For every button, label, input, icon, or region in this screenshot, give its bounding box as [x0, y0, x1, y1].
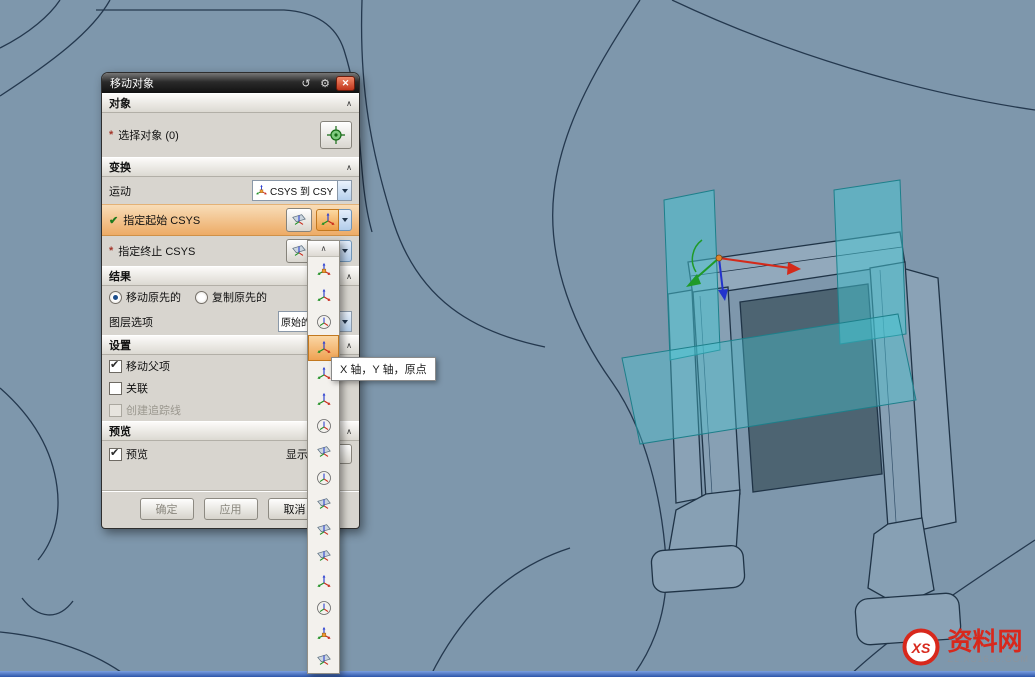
- chevron-up-icon: ∧: [346, 99, 352, 108]
- section-result-label: 结果: [109, 268, 131, 284]
- watermark-domain: ZL.XS1616.COM: [947, 655, 1029, 664]
- tooltip: X 轴，Y 轴，原点: [331, 357, 436, 381]
- preview-label: 预览: [126, 446, 148, 462]
- apply-button[interactable]: 应用: [204, 498, 258, 520]
- move-parent-label: 移动父项: [126, 358, 170, 374]
- application-window: 移动对象 ↺ ⚙ ✕ 对象 ∧ * 选择对象 (0): [0, 0, 1035, 677]
- chevron-up-icon: ∧: [346, 341, 352, 350]
- section-settings-label: 设置: [109, 337, 131, 353]
- check-icon: ✔: [109, 214, 118, 227]
- dropdown-arrow-icon[interactable]: [339, 209, 352, 231]
- csys-type-icon: [316, 626, 332, 642]
- csys-type-icon: [316, 366, 332, 382]
- section-header-object[interactable]: 对象 ∧: [102, 93, 359, 113]
- chevron-up-icon: ∧: [346, 272, 352, 281]
- datum-plane-left: [664, 190, 720, 360]
- required-star: *: [109, 245, 113, 257]
- csys-type-icon: [316, 652, 332, 668]
- csys-options: [308, 257, 339, 673]
- csys-option-zaxis-yaxis-origin[interactable]: [308, 387, 339, 413]
- section-object-label: 对象: [109, 95, 131, 111]
- csys-option-more-options[interactable]: [308, 647, 339, 673]
- csys-option-inferred[interactable]: [308, 283, 339, 309]
- csys-option-origin-xpoint-ypoint[interactable]: [308, 309, 339, 335]
- ok-button[interactable]: 确定: [140, 498, 194, 520]
- start-csys-type-dropdown[interactable]: [316, 209, 352, 231]
- section-transform-label: 变换: [109, 159, 131, 175]
- watermark-logo-text: XS: [911, 640, 931, 656]
- gear-icon[interactable]: ⚙: [317, 76, 333, 90]
- radio-move-original[interactable]: [109, 291, 122, 304]
- close-button[interactable]: ✕: [336, 76, 355, 91]
- csys-option-plane-xaxis-point[interactable]: [308, 517, 339, 543]
- csys-type-icon: [316, 522, 332, 538]
- select-object-row: * 选择对象 (0): [102, 113, 359, 157]
- csys-type-icon: [316, 548, 332, 564]
- checkbox-preview[interactable]: [109, 448, 122, 461]
- csys-type-icon: [316, 470, 332, 486]
- csys-option-zaxis-xpoint[interactable]: [308, 413, 339, 439]
- csys-option-object-csys[interactable]: [308, 439, 339, 465]
- csys-type-icon: [316, 262, 332, 278]
- dialog-titlebar[interactable]: 移动对象 ↺ ⚙ ✕: [102, 73, 359, 93]
- csys-option-dynamic[interactable]: [308, 257, 339, 283]
- motion-dropdown[interactable]: CSYS 到 CSY: [252, 180, 352, 201]
- layer-option-label: 图层选项: [109, 314, 153, 330]
- checkbox-associative[interactable]: [109, 382, 122, 395]
- radio-move-label: 移动原先的: [126, 289, 181, 305]
- watermark: XS 资料网 ZL.XS1616.COM: [901, 627, 1029, 667]
- csys-type-icon: [316, 444, 332, 460]
- checkbox-trace-line: [109, 404, 122, 417]
- start-csys-dialog-button[interactable]: [286, 208, 312, 232]
- associative-label: 关联: [126, 380, 148, 396]
- csys-type-icon: [316, 392, 332, 408]
- radio-copy-original[interactable]: [195, 291, 208, 304]
- csys-option-offset-csys[interactable]: [308, 621, 339, 647]
- csys-type-icon: [316, 340, 332, 356]
- motion-row: 运动 CSYS 到 CSY: [102, 177, 359, 204]
- csys-option-point-perpendicular-curve[interactable]: [308, 465, 339, 491]
- csys-type-icon: [316, 600, 332, 616]
- start-csys-label: 指定起始 CSYS: [123, 212, 200, 228]
- dialog-title: 移动对象: [110, 75, 295, 91]
- bottom-edge-bar: [0, 671, 1035, 677]
- trace-line-label: 创建追踪线: [126, 402, 181, 418]
- csys-type-icon: [316, 574, 332, 590]
- csys-option-absolute-csys[interactable]: [308, 569, 339, 595]
- end-csys-label: 指定终止 CSYS: [118, 243, 195, 259]
- csys-type-icon: [316, 288, 332, 304]
- watermark-brand: 资料网: [947, 629, 1029, 655]
- csys-dropdown-list: ∧: [307, 240, 340, 674]
- motion-label: 运动: [109, 183, 131, 199]
- select-object-label: 选择对象 (0): [118, 127, 179, 143]
- select-object-button[interactable]: [320, 121, 352, 149]
- checkbox-move-parent[interactable]: [109, 360, 122, 373]
- csys-type-icon: [316, 314, 332, 330]
- csys-dialog-icon: [291, 243, 307, 259]
- required-star: *: [109, 129, 113, 141]
- start-csys-type-button[interactable]: [316, 209, 339, 231]
- section-header-transform[interactable]: 变换 ∧: [102, 157, 359, 177]
- watermark-logo-icon: XS: [901, 627, 941, 667]
- csys-type-icon: [316, 418, 332, 434]
- crosshair-icon: [326, 125, 346, 145]
- section-preview-label: 预览: [109, 423, 131, 439]
- scroll-up-button[interactable]: ∧: [308, 241, 339, 257]
- specify-start-csys-row: ✔ 指定起始 CSYS: [102, 204, 359, 236]
- csys-option-three-planes[interactable]: [308, 543, 339, 569]
- csys-to-csys-icon: [255, 184, 268, 197]
- chevron-up-icon: ∧: [346, 427, 352, 436]
- dropdown-arrow-icon[interactable]: [337, 181, 351, 200]
- motion-value: CSYS 到 CSY: [270, 183, 333, 198]
- reset-icon[interactable]: ↺: [298, 76, 314, 90]
- chevron-up-icon: ∧: [346, 163, 352, 172]
- csys-type-icon: [316, 496, 332, 512]
- csys-type-icon: [320, 212, 336, 228]
- dropdown-arrow-icon[interactable]: [339, 240, 352, 262]
- radio-copy-label: 复制原先的: [212, 289, 267, 305]
- csys-dialog-icon: [291, 212, 307, 228]
- csys-option-plane-and-vector[interactable]: [308, 491, 339, 517]
- csys-option-current-view-csys[interactable]: [308, 595, 339, 621]
